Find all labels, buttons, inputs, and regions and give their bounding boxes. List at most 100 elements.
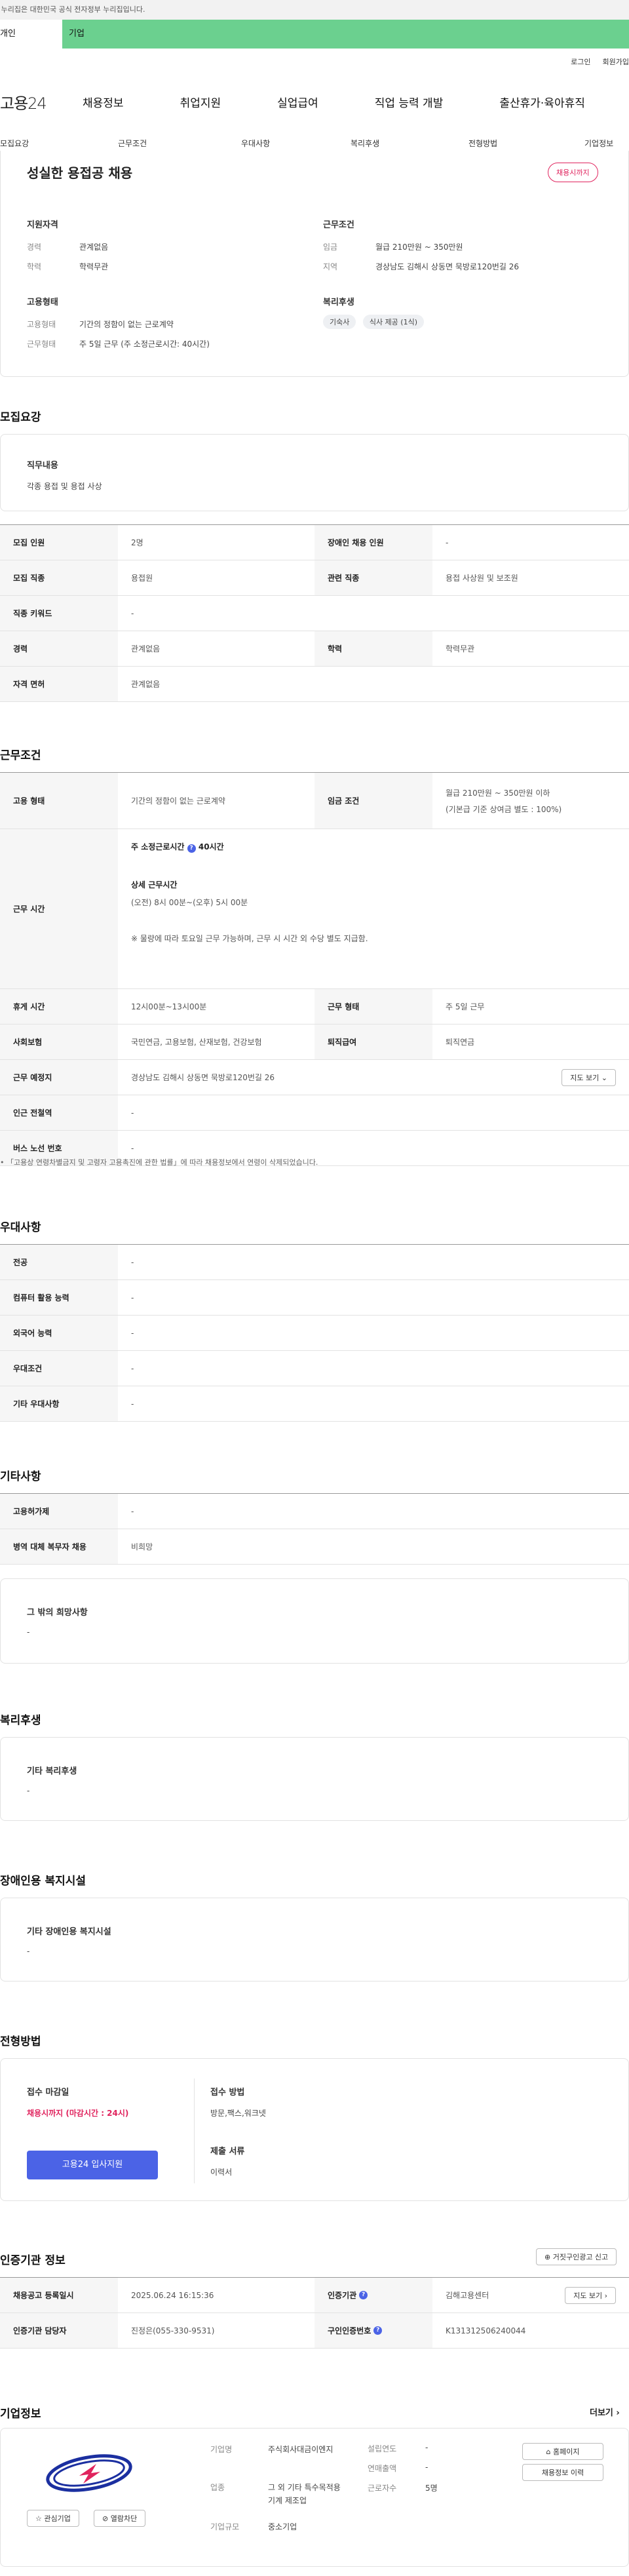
conditions-heading: 근무조건 bbox=[0, 749, 41, 762]
disab-heading: 장애인용 복지시설 bbox=[0, 1875, 86, 1888]
history-button[interactable]: 채용정보 이력 bbox=[522, 2464, 603, 2481]
block-label: 열람차단 bbox=[110, 2514, 138, 2523]
chevron-down-icon: ⌄ bbox=[601, 1073, 607, 1082]
lnb-welfare[interactable]: 복리후생 bbox=[351, 138, 379, 149]
chevron-right-icon: › bbox=[604, 2291, 607, 2300]
lnb-preference[interactable]: 우대사항 bbox=[241, 138, 270, 149]
employees-value: 5명 bbox=[425, 2484, 438, 2493]
table-row: 전공 - bbox=[0, 1245, 629, 1280]
emp-value: 기간의 정함이 없는 근로계약 bbox=[79, 320, 174, 329]
cell-key: 인증기관 담당자 bbox=[0, 2313, 118, 2348]
homepage-button[interactable]: ⌂ 홈페이지 bbox=[522, 2443, 603, 2460]
wage-value: 월급 210만원 ~ 350만원 bbox=[375, 243, 463, 252]
signup-link[interactable]: 회원가입 bbox=[603, 56, 629, 67]
emp-title: 고용형태 bbox=[27, 298, 58, 307]
industry-key: 업종 bbox=[210, 2483, 225, 2492]
tab-personal[interactable]: 개인 bbox=[0, 20, 62, 49]
revenue-key: 연매출액 bbox=[368, 2464, 397, 2473]
cell-value: - bbox=[131, 1363, 134, 1373]
cell-value: 12시00분~13시00분 bbox=[131, 1002, 207, 1011]
cell-key: 고용허가제 bbox=[0, 1494, 118, 1529]
cell-key: 자격 면허 bbox=[0, 667, 118, 701]
cell-value: 학력무관 bbox=[446, 644, 475, 654]
table-row: 근무 예정지 경상남도 김해시 상동면 묵방로120번길 26 지도 보기 ⌄ bbox=[0, 1060, 629, 1095]
nav-employment-support[interactable]: 취업지원 bbox=[180, 94, 221, 110]
apply-button[interactable]: 고용24 입사지원 bbox=[27, 2151, 158, 2179]
deadline-value: 채용시까지 (마감시간 : 24시) bbox=[27, 2109, 129, 2118]
lnb-conditions[interactable]: 근무조건 bbox=[118, 138, 147, 149]
info-icon[interactable]: ? bbox=[373, 2326, 383, 2335]
cond-title: 근무조건 bbox=[323, 220, 354, 230]
org-key: 인증기관 bbox=[328, 2291, 357, 2300]
pref-heading: 우대사항 bbox=[0, 1221, 41, 1234]
edu-value: 학력무관 bbox=[79, 262, 109, 271]
info-icon[interactable]: ? bbox=[187, 844, 196, 853]
process-box: 접수 마감일 채용시까지 (마감시간 : 24시) 고용24 입사지원 접수 방… bbox=[0, 2058, 629, 2201]
employees-key: 근로자수 bbox=[368, 2484, 397, 2493]
more-link[interactable]: 더보기 › bbox=[590, 2406, 620, 2418]
cell-value: - bbox=[131, 1399, 134, 1409]
map-button-label: 지도 보기 bbox=[570, 1073, 600, 1082]
nav-training[interactable]: 직업 능력 개발 bbox=[375, 94, 444, 110]
more-label: 더보기 bbox=[590, 2408, 613, 2418]
tab-company[interactable]: 기업 bbox=[62, 20, 124, 49]
disab-label: 기타 장애인용 복지시설 bbox=[27, 1927, 111, 1937]
table-row: 우대조건 - bbox=[0, 1351, 629, 1386]
docs-value: 이력서 bbox=[210, 2168, 233, 2177]
detail-hours-value: (오전) 8시 00분~(오후) 5시 00분 bbox=[131, 898, 248, 907]
cell-key: 외국어 능력 bbox=[0, 1316, 118, 1350]
duty-label: 직무내용 bbox=[27, 461, 58, 471]
cell-value: 관계없음 bbox=[131, 680, 161, 689]
etc-heading: 기타사항 bbox=[0, 1470, 41, 1483]
lnb-recruit[interactable]: 모집요강 bbox=[0, 138, 29, 149]
org-map-button[interactable]: 지도 보기 › bbox=[565, 2286, 616, 2304]
report-button-label: 거짓구인광고 신고 bbox=[552, 2253, 609, 2261]
area-value: 경상남도 김해시 상동면 묵방로120번길 26 bbox=[375, 262, 520, 271]
nav-jobs[interactable]: 채용정보 bbox=[83, 94, 124, 110]
block-button[interactable]: ⊘ 열람차단 bbox=[94, 2510, 146, 2527]
table-row: 병역 대체 복무자 채용 비희망 bbox=[0, 1529, 629, 1565]
extra-box: 그 밖의 희망사항 - bbox=[0, 1578, 629, 1664]
cell-key: 학력 bbox=[314, 631, 432, 666]
login-link[interactable]: 로그인 bbox=[571, 56, 590, 67]
gov-banner-text: 이 누리집은 대한민국 공식 전자정부 누리집입니다. bbox=[0, 5, 145, 14]
nav-unemployment[interactable]: 실업급여 bbox=[277, 94, 318, 110]
table-row: 인근 전철역 - bbox=[0, 1095, 629, 1131]
duty-value: 각종 용접 및 용접 사상 bbox=[27, 482, 102, 491]
block-icon: ⊘ bbox=[102, 2514, 109, 2523]
extra-value: - bbox=[27, 1628, 30, 1637]
cell-key: 모집 직종 bbox=[0, 560, 118, 595]
cell-key: 모집 인원 bbox=[0, 525, 118, 560]
table-row: 고용 형태 기간의 정함이 없는 근로계약 임금 조건 월급 210만원 ~ 350만… bbox=[0, 773, 629, 829]
cell-key: 구인인증번호? bbox=[314, 2313, 432, 2348]
founded-value: - bbox=[425, 2443, 429, 2452]
duty-box: 직무내용 각종 용접 및 용접 사상 bbox=[0, 434, 629, 511]
org-value: 김해고용센터 bbox=[446, 2291, 489, 2300]
cell-key: 우대조건 bbox=[0, 1351, 118, 1386]
lnb-company[interactable]: 기업정보 bbox=[584, 138, 613, 149]
cell-key: 장애인 채용 인원 bbox=[314, 525, 432, 560]
lnb-process[interactable]: 전형방법 bbox=[468, 138, 497, 149]
favorite-button[interactable]: ☆ 관심기업 bbox=[27, 2510, 79, 2527]
table-row: 외국어 능력 - bbox=[0, 1316, 629, 1351]
nav-leave[interactable]: 출산휴가·육아휴직 bbox=[499, 94, 585, 110]
week-value: 주 5일 근무 (주 소정근로시간: 40시간) bbox=[79, 340, 210, 349]
cell-key: 병역 대체 복무자 채용 bbox=[0, 1529, 118, 1564]
table-row: 인증기관 담당자 진정은(055-330-9531) 구인인증번호? K1313125… bbox=[0, 2313, 629, 2349]
cell-value: - bbox=[131, 608, 134, 618]
table-row: 고용허가제 - bbox=[0, 1494, 629, 1529]
welfare-label: 기타 복리후생 bbox=[27, 1766, 77, 1776]
report-button[interactable]: ⊕ 거짓구인광고 신고 bbox=[536, 2248, 617, 2265]
method-value: 방문,팩스,워크넷 bbox=[210, 2109, 266, 2118]
cell-key: 사회보험 bbox=[0, 1025, 118, 1059]
logo[interactable]: 고용24 bbox=[0, 90, 81, 113]
deadline-badge: 채용시까지 bbox=[548, 163, 598, 182]
cell-key: 인근 전철역 bbox=[0, 1095, 118, 1130]
cell-value: - bbox=[131, 1293, 134, 1302]
table-row: 근무 시간 주 소정근로시간 ? 40시간 상세 근무시간 (오전) 8시 00… bbox=[0, 829, 629, 989]
info-icon[interactable]: ? bbox=[359, 2291, 368, 2299]
cell-key: 고용 형태 bbox=[0, 773, 118, 829]
process-heading: 전형방법 bbox=[0, 2035, 41, 2048]
map-button[interactable]: 지도 보기 ⌄ bbox=[562, 1068, 616, 1086]
emp-key: 고용형태 bbox=[27, 320, 56, 329]
